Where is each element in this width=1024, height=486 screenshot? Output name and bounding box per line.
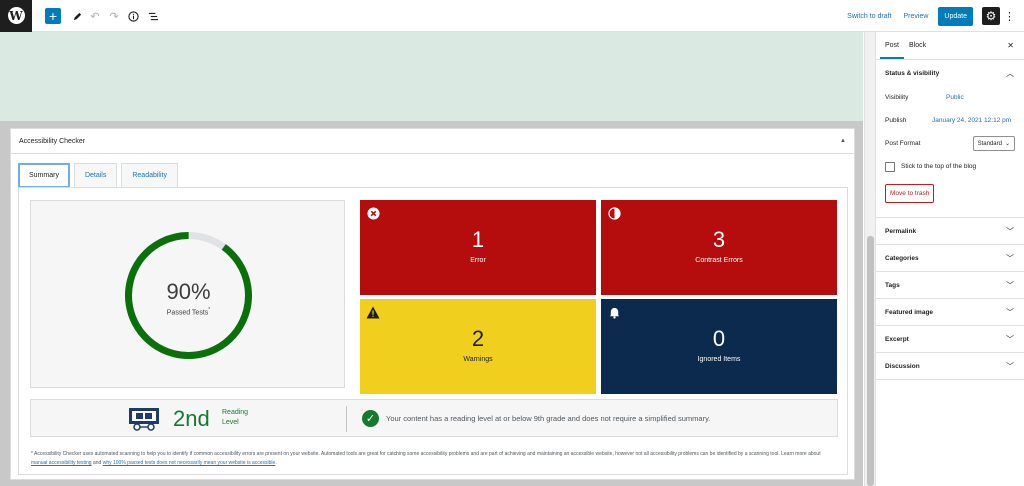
chevron-down-icon: ﹀	[1006, 361, 1014, 371]
more-options-button[interactable]: ⋮	[1004, 10, 1015, 23]
visibility-label: Visibility	[885, 94, 909, 101]
check-circle-icon: ✓	[362, 410, 379, 427]
ignored-count: 0	[712, 326, 726, 351]
contrast-icon	[607, 206, 621, 220]
chevron-up-icon: ︿	[1006, 68, 1014, 78]
editor-top-bar: W + ↶ ↷ Switch to draft Preview Update ⚙…	[0, 0, 1024, 32]
tools-button[interactable]	[70, 9, 84, 23]
settings-sidebar: Post Block ✕ Status & visibility ︿ Visib…	[875, 32, 1024, 486]
warnings-count: 2	[471, 326, 485, 351]
redo-button[interactable]: ↷	[107, 9, 121, 23]
details-button[interactable]	[126, 9, 140, 23]
manual-testing-link[interactable]: manual accessibility testing	[31, 460, 92, 466]
tab-readability[interactable]: Readability	[121, 163, 178, 188]
preview-button[interactable]: Preview	[904, 13, 929, 20]
featured-image-section[interactable]: Featured image ﹀	[876, 299, 1024, 326]
chevron-down-icon: ﹀	[1006, 226, 1014, 236]
publish-label: Publish	[885, 117, 907, 124]
editor-scrollbar[interactable]	[864, 32, 875, 486]
status-visibility-section: Status & visibility ︿ Visibility Public …	[876, 60, 1024, 218]
tags-section[interactable]: Tags ﹀	[876, 272, 1024, 299]
error-count: 1	[471, 227, 485, 252]
passed-label: Passed Tests*	[166, 307, 211, 317]
list-view-icon	[148, 12, 158, 20]
permalink-section[interactable]: Permalink ﹀	[876, 218, 1024, 245]
undo-button[interactable]: ↶	[88, 9, 102, 23]
passed-tests-gauge: 90% Passed Tests*	[30, 200, 345, 388]
pencil-icon	[73, 12, 81, 20]
checker-tabs: Summary Details Readability	[18, 163, 182, 188]
publish-row: Publish January 24, 2021 12:12 pm	[876, 109, 1024, 132]
add-block-button[interactable]: +	[45, 8, 61, 24]
plus-icon: +	[48, 8, 58, 24]
sticky-row: Stick to the top of the blog	[876, 155, 1024, 178]
redo-icon: ↷	[109, 10, 119, 23]
settings-button[interactable]: ⚙	[982, 7, 1000, 25]
wordpress-icon: W	[7, 7, 25, 24]
chevron-down-icon: ﹀	[1006, 334, 1014, 344]
update-button[interactable]: Update	[938, 6, 973, 26]
status-visibility-toggle[interactable]: Status & visibility ︿	[876, 60, 1024, 86]
contrast-count: 3	[712, 227, 726, 252]
error-x-icon	[366, 206, 380, 220]
ignored-label: Ignored Items	[697, 356, 741, 363]
warnings-tile[interactable]: 2 Warnings	[360, 299, 596, 394]
sidebar-tabs: Post Block ✕	[876, 32, 1024, 60]
tab-post[interactable]: Post	[880, 32, 904, 59]
tab-block[interactable]: Block	[904, 32, 931, 59]
tab-details[interactable]: Details	[73, 163, 118, 188]
wordpress-logo-button[interactable]: W	[0, 0, 32, 32]
chevron-down-icon: ﹀	[1006, 280, 1014, 290]
contrast-label: Contrast Errors	[695, 257, 743, 264]
publish-date-button[interactable]: January 24, 2021 12:12 pm	[932, 117, 1011, 124]
chevron-down-icon: ﹀	[1006, 253, 1014, 263]
close-icon[interactable]: ✕	[1007, 41, 1014, 50]
move-to-trash-button[interactable]: Move to trash	[885, 184, 935, 203]
post-format-row: Post Format Standard ⌄	[876, 132, 1024, 155]
reading-level-label: Reading Level	[222, 409, 249, 426]
reading-grade: 2nd	[173, 406, 210, 431]
post-format-label: Post Format	[885, 140, 921, 147]
error-label: Error	[470, 257, 486, 264]
reading-message: Your content has a reading level at or b…	[386, 414, 711, 423]
reader-icon	[129, 408, 159, 431]
passed-percent: 90%	[166, 279, 211, 304]
bell-icon	[607, 305, 621, 319]
discussion-section[interactable]: Discussion ﹀	[876, 353, 1024, 380]
chevron-down-icon: ⌄	[1004, 141, 1010, 147]
excerpt-section[interactable]: Excerpt ﹀	[876, 326, 1024, 353]
accessibility-checker-metabox: Accessibility Checker ▲ Summary Details …	[10, 128, 855, 480]
gear-icon: ⚙	[985, 9, 997, 23]
collapse-arrow-icon[interactable]: ▲	[840, 138, 846, 144]
passed-tests-explanation-link[interactable]: why 100% passed tests does not necessari…	[103, 460, 276, 466]
sticky-label: Stick to the top of the blog	[901, 163, 977, 170]
metabox-header[interactable]: Accessibility Checker ▲	[11, 129, 854, 154]
ignored-items-tile[interactable]: 0 Ignored Items	[601, 299, 837, 394]
tab-summary[interactable]: Summary	[18, 163, 70, 188]
sticky-checkbox[interactable]	[885, 161, 895, 172]
warning-triangle-icon	[366, 305, 380, 319]
summary-panel: 90% Passed Tests* 1 Error 3 Contrast Err…	[18, 187, 848, 475]
switch-to-draft-button[interactable]: Switch to draft	[847, 13, 891, 20]
visibility-value-button[interactable]: Public	[946, 94, 964, 101]
metabox-title: Accessibility Checker	[19, 137, 86, 145]
visibility-row: Visibility Public	[876, 86, 1024, 109]
vertical-ellipsis-icon: ⋮	[1004, 10, 1015, 23]
post-format-select[interactable]: Standard ⌄	[972, 136, 1015, 151]
contrast-errors-tile[interactable]: 3 Contrast Errors	[601, 200, 837, 295]
info-icon	[127, 10, 139, 22]
post-content-area[interactable]	[0, 32, 863, 121]
scrollbar-thumb[interactable]	[867, 236, 874, 486]
chevron-down-icon: ﹀	[1006, 307, 1014, 317]
warnings-label: Warnings	[463, 356, 493, 363]
reading-level-bar: 2nd Reading Level ✓ Your content has a r…	[30, 399, 838, 437]
list-view-button[interactable]	[146, 9, 160, 23]
divider	[346, 406, 347, 432]
categories-section[interactable]: Categories ﹀	[876, 245, 1024, 272]
footnote: * Accessibility Checker uses automated s…	[31, 451, 821, 466]
undo-icon: ↶	[90, 10, 100, 23]
error-tile[interactable]: 1 Error	[360, 200, 596, 295]
